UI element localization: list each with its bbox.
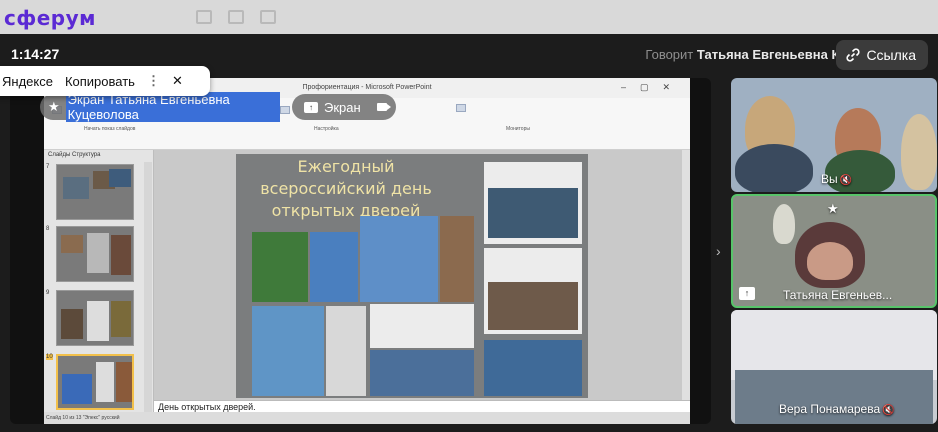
slide-photo (310, 232, 358, 302)
screen-share-icon: ↑ (304, 101, 318, 113)
ribbon-icon (280, 106, 290, 114)
context-item-search[interactable]: Яндексе (0, 74, 59, 89)
slide-photo (326, 306, 366, 396)
slide-photo (440, 216, 474, 302)
canvas-scrollbar[interactable] (682, 150, 690, 400)
slide-thumbnail[interactable] (56, 226, 134, 282)
brand-logo: сферум (4, 6, 96, 30)
slide-thumbnail[interactable] (56, 164, 134, 220)
faded-icon (196, 10, 212, 24)
ribbon-group-label: Начать показ слайдов (84, 126, 136, 132)
powerpoint-window: Профориентация - Microsoft PowerPoint –▢… (44, 78, 690, 424)
faded-icon (260, 10, 276, 24)
browser-top-strip: сферум (0, 0, 938, 34)
slides-pane: Слайды Структура 7 8 9 10 (44, 150, 154, 412)
participant-tile-active[interactable]: ★ ↑ Татьяна Евгеньев... (731, 194, 937, 308)
speaker-name: Татьяна Евгеньевна К. (696, 47, 843, 62)
slide-thumbnail-selected[interactable] (56, 354, 134, 410)
slide-photo (484, 340, 582, 396)
share-link-label: Ссылка (866, 47, 916, 63)
slide-thumbnail[interactable] (56, 290, 134, 346)
slide-photo (360, 216, 438, 302)
participant-name: Вера Понамарева 🔇 (779, 402, 895, 416)
faded-icon (228, 10, 244, 24)
screen-source-label: Экран (324, 99, 361, 115)
slide-number: 8 (46, 226, 50, 232)
slide-text-card (370, 304, 474, 348)
participant-video (807, 242, 853, 280)
slide-canvas: Ежегодный всероссийский день открытых дв… (154, 150, 690, 400)
call-timer: 1:14:27 (11, 46, 60, 62)
participant-video (735, 144, 813, 192)
pin-icon: ★ (48, 99, 60, 114)
text-context-menu: Яндексе Копировать ⋮ ✕ (0, 66, 210, 96)
participant-tile[interactable]: Вера Понамарева 🔇 (731, 310, 937, 424)
video-call-window: сферум 1:14:27 Говорит Татьяна Евгеньевн… (0, 0, 938, 432)
camera-icon (376, 103, 391, 111)
slide-photo (488, 188, 578, 238)
share-link-button[interactable]: Ссылка (836, 40, 928, 70)
link-icon (846, 48, 861, 62)
slide-photo (488, 282, 578, 330)
ppt-status-bar: Слайд 10 из 13 "Эпекс" русский (44, 412, 690, 424)
slide-photo (252, 306, 324, 396)
slide-number: 10 (46, 354, 53, 360)
slide-number: 9 (46, 290, 50, 296)
screen-owner-label: Экран Татьяна Евгеньевна Куцеволова (65, 92, 280, 122)
participant-video (901, 114, 937, 190)
screen-share-icon: ↑ (739, 287, 755, 300)
active-speaker: Говорит Татьяна Евгеньевна К. (645, 47, 843, 62)
current-slide: Ежегодный всероссийский день открытых дв… (236, 154, 588, 398)
screen-owner-chip[interactable]: ★ Экран Татьяна Евгеньевна Куцеволова (40, 92, 280, 122)
speaker-prefix: Говорит (645, 47, 694, 62)
slide-photo (252, 232, 308, 302)
slide-photo (370, 350, 474, 396)
ribbon-icon (456, 104, 466, 112)
participant-name: Вы 🔇 (821, 172, 853, 186)
participant-video (773, 204, 795, 244)
mic-off-icon: 🔇 (839, 175, 853, 186)
shared-screen: Профориентация - Microsoft PowerPoint –▢… (10, 78, 711, 424)
context-item-copy[interactable]: Копировать (59, 74, 141, 89)
slide-title: Ежегодный всероссийский день открытых дв… (260, 157, 432, 220)
ribbon-group-label: Мониторы (506, 126, 530, 132)
screen-source-chip[interactable]: ↑ Экран (292, 94, 396, 120)
more-options-icon[interactable]: ⋮ (141, 73, 166, 89)
mic-off-icon: 🔇 (882, 405, 895, 416)
participant-tile[interactable]: Вы 🔇 (731, 78, 937, 192)
participant-name: Татьяна Евгеньев... (783, 288, 893, 302)
slides-pane-tabs: Слайды Структура (48, 152, 101, 158)
close-icon[interactable]: ✕ (166, 73, 189, 89)
pane-scrollbar[interactable] (144, 162, 152, 412)
ppt-window-controls: –▢✕ (620, 82, 684, 92)
pin-icon[interactable]: ★ (827, 201, 839, 217)
chevron-right-icon[interactable]: › (716, 243, 721, 259)
slide-number: 7 (46, 164, 50, 170)
ribbon-group-label: Настройка (314, 126, 339, 132)
